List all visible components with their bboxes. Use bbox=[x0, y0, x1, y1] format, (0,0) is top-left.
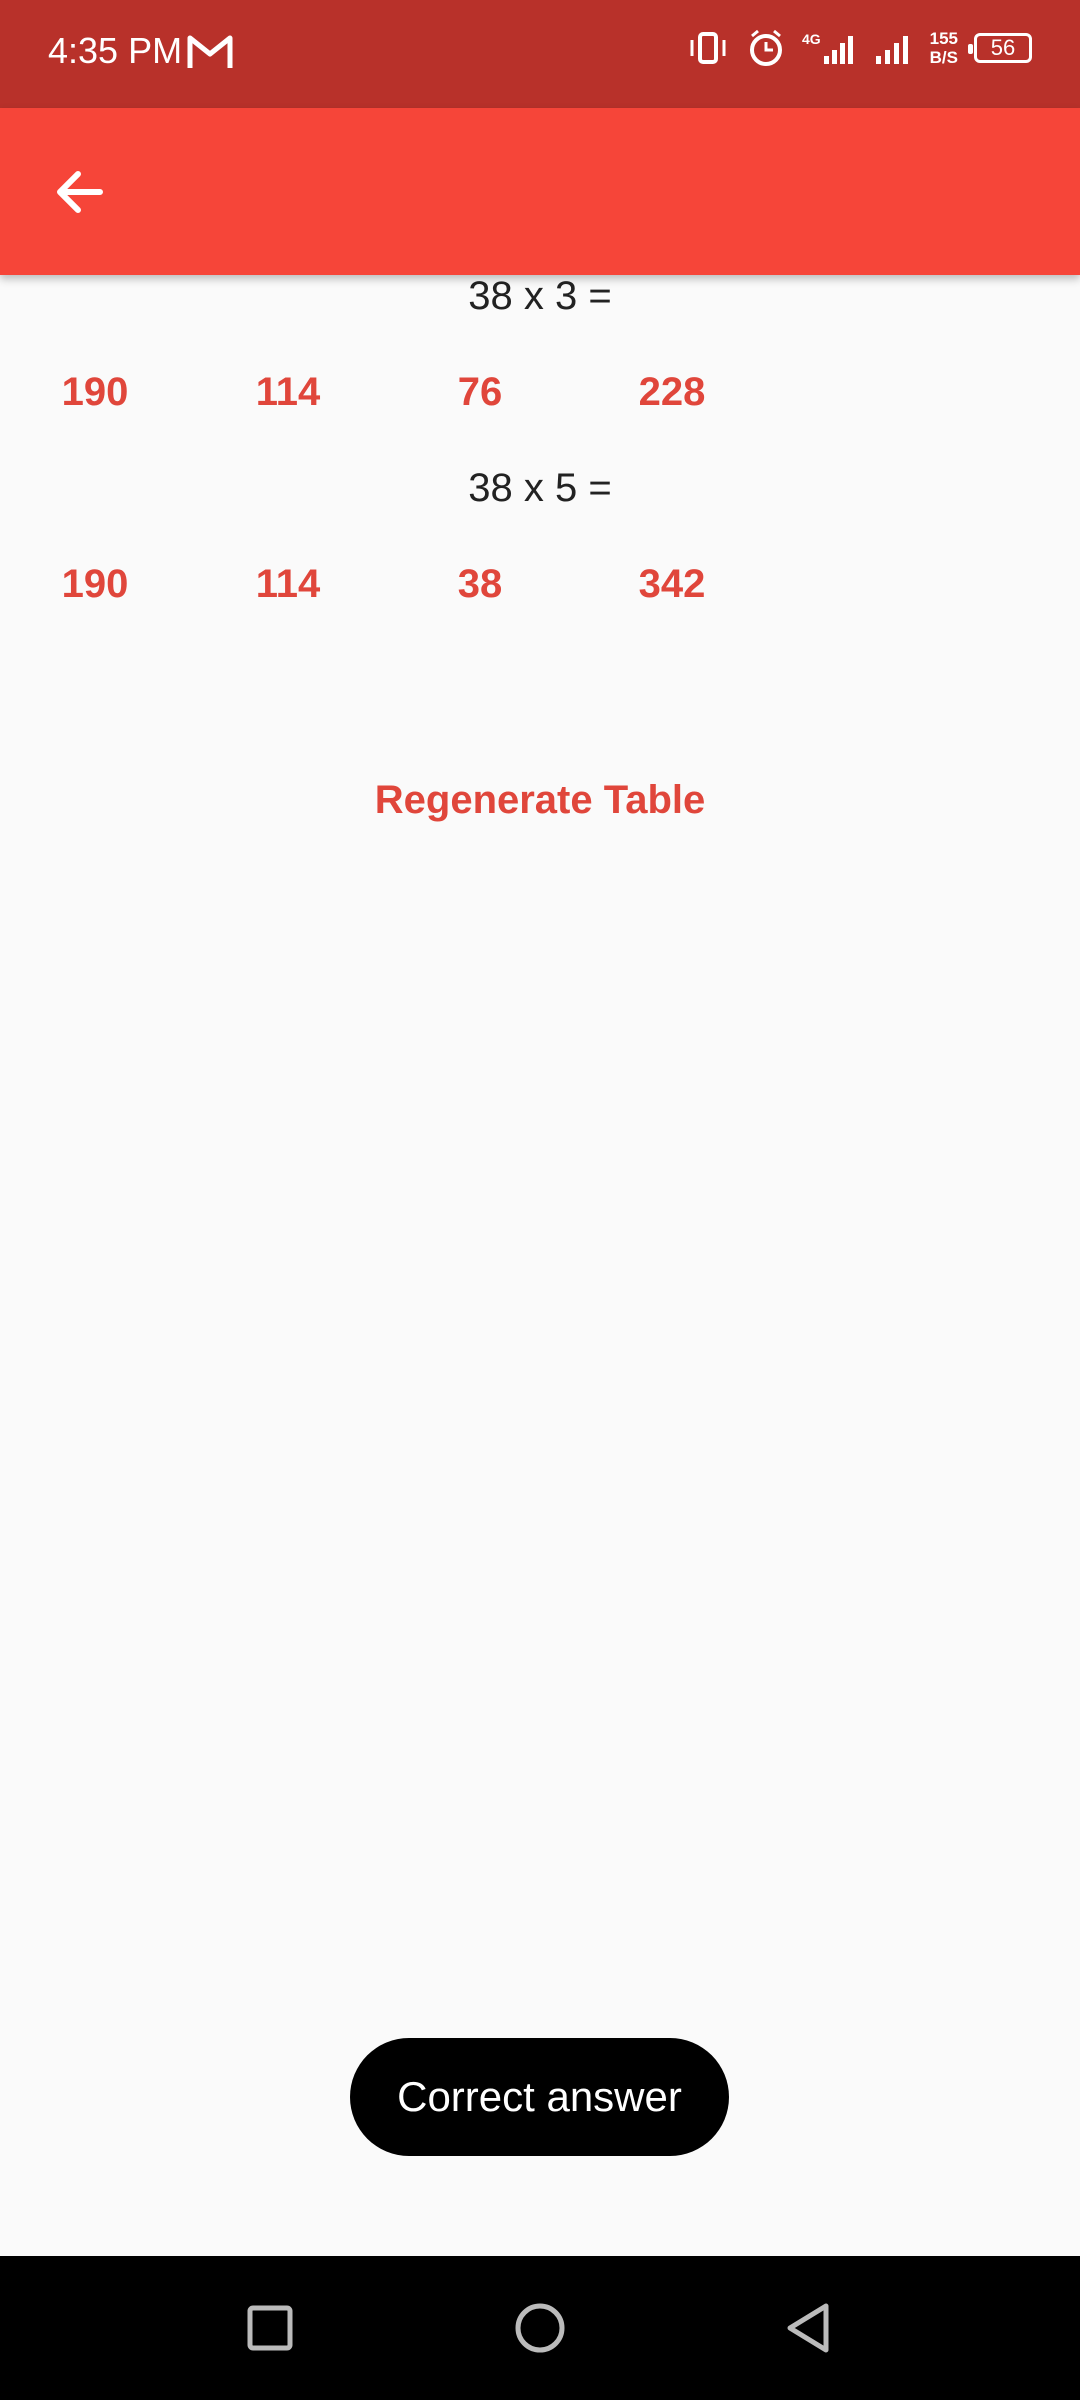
answer-option[interactable]: 342 bbox=[602, 562, 742, 607]
signal-icon bbox=[875, 36, 908, 64]
recent-apps-icon[interactable] bbox=[238, 2296, 302, 2360]
navigation-bar bbox=[0, 2256, 1080, 2400]
answer-option[interactable]: 38 bbox=[410, 562, 550, 607]
home-icon[interactable] bbox=[508, 2296, 572, 2360]
arrow-back-icon bbox=[57, 171, 103, 213]
question-1: 38 x 3 = bbox=[468, 274, 612, 318]
status-bar: 4:35 PM 4G 155 B/S 56 bbox=[0, 0, 1080, 108]
svg-text:4G: 4G bbox=[802, 31, 821, 47]
status-time: 4:35 PM bbox=[48, 30, 183, 71]
battery-level: 56 bbox=[990, 35, 1016, 60]
answer-option[interactable]: 114 bbox=[218, 370, 358, 415]
answer-option[interactable]: 228 bbox=[602, 370, 742, 415]
toast-message: Correct answer bbox=[350, 2038, 729, 2156]
answer-option[interactable]: 190 bbox=[25, 562, 165, 607]
app-bar bbox=[0, 108, 1080, 275]
gmail-icon bbox=[187, 35, 233, 68]
network-speed-value: 155 bbox=[929, 29, 958, 48]
vibrate-icon bbox=[690, 32, 726, 64]
signal-4g-icon: 4G bbox=[802, 31, 853, 64]
back-nav-icon[interactable] bbox=[776, 2296, 840, 2360]
toast-text: Correct answer bbox=[397, 2073, 682, 2120]
regenerate-table-button[interactable]: Regenerate Table bbox=[340, 760, 740, 840]
answer-option[interactable]: 190 bbox=[25, 370, 165, 415]
network-speed: 155 B/S bbox=[930, 29, 958, 67]
network-speed-unit: B/S bbox=[929, 48, 958, 67]
answer-option[interactable]: 76 bbox=[410, 370, 550, 415]
question-2: 38 x 5 = bbox=[468, 466, 612, 510]
alarm-icon bbox=[749, 29, 782, 66]
battery-icon: 56 bbox=[968, 33, 1032, 63]
answer-option[interactable]: 114 bbox=[218, 562, 358, 607]
back-button[interactable] bbox=[38, 152, 130, 232]
status-icons: 4G 155 B/S 56 bbox=[686, 28, 1032, 68]
